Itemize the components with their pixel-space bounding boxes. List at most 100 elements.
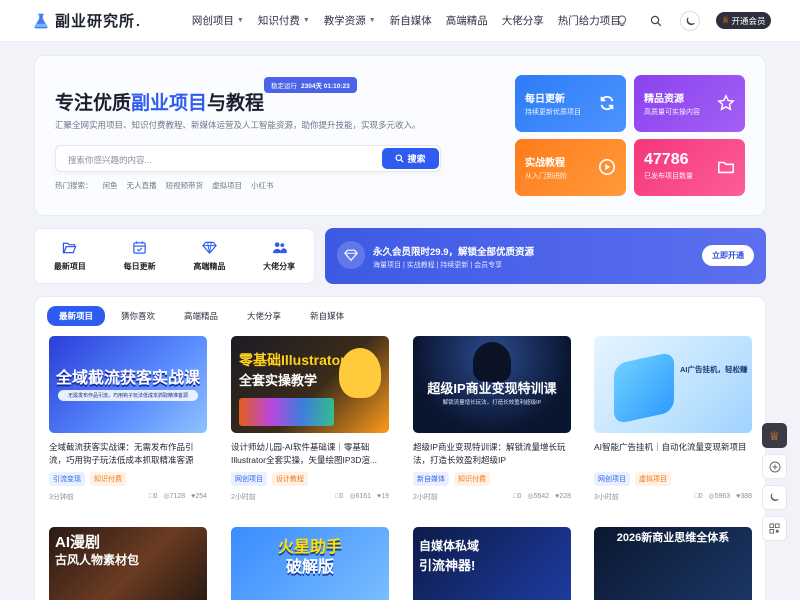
post-card[interactable]: 2026新商业思维全体系 [588,527,758,600]
card-title: 每日更新 [525,94,565,105]
hot-search-list: 热门搜索： 闲鱼 无人直播 短视频带货 虚拟项目 小红书 [55,180,283,191]
nav-item-dalao[interactable]: 大佬分享 [502,13,544,28]
post-tag[interactable]: 知识付费 [90,472,126,486]
vip-button-label: 开通会员 [731,15,766,26]
post-thumbnail[interactable]: 火星助手 破解版 [231,527,389,600]
post-thumbnail[interactable]: 零基础Illustrator 全套实操教学 [231,336,389,433]
nav-label: 知识付费 [257,15,300,27]
hot-search-term[interactable]: 无人直播 [127,180,157,191]
flask-icon [34,13,48,28]
moon-icon[interactable] [680,11,700,31]
hot-search-term[interactable]: 短视频带货 [166,180,204,191]
post-thumbnail[interactable]: 超级IP商业变现特训课 解锁流量增长玩法，打造长效盈利超级IP [413,336,571,433]
quick-link-label: 高端精品 [193,262,226,271]
qr-code-icon[interactable] [762,516,787,541]
chevron-down-icon: ▼ [236,17,244,24]
tutorial-card[interactable]: 实战教程 从入门到进阶 [515,139,626,196]
hero-title: 专注优质副业项目与教程 [55,88,264,115]
post-title[interactable]: AI智能广告挂机｜自动化流量变现新项目 [588,441,758,467]
post-tag[interactable]: 网创项目 [594,472,630,486]
post-tag[interactable]: 网创项目 [231,472,267,486]
post-card[interactable]: 自媒体私域 引流神器! [407,527,577,600]
hot-search-term[interactable]: 虚拟项目 [212,180,242,191]
card-title: 精品资源 [644,94,684,105]
color-swatch-image [239,398,334,426]
post-title[interactable]: 全域截流获客实战课：无需发布作品引流，巧用钩子玩法低成本抓取精准客源 [43,441,213,467]
tab-guess[interactable]: 猜你喜欢 [121,310,155,322]
post-card[interactable]: 零基础Illustrator 全套实操教学 设计师幼儿园-AI软件基础课｜零基础… [225,336,395,502]
tab-media[interactable]: 新自媒体 [310,310,344,322]
lightbulb-icon[interactable] [612,11,632,31]
project-count-card[interactable]: 47786 已发布项目数量 [634,139,745,196]
nav-label: 教学资源 [323,15,366,27]
uptime-label: 稳定运行 [271,83,297,90]
nav-label: 新自媒体 [389,15,432,27]
card-subtitle: 从入门到进阶 [525,173,567,180]
post-card[interactable]: 超级IP商业变现特训课 解锁流量增长玩法，打造长效盈利超级IP 超级IP商业变现… [407,336,577,502]
search-icon[interactable] [646,11,666,31]
post-tag[interactable]: 引流变现 [49,472,85,486]
promo-title: 永久会员限时29.9，解锁全部优质资源 [373,247,534,258]
add-circle-icon[interactable] [762,454,787,479]
quick-link-daily[interactable]: 每日更新 [105,229,175,283]
quick-link-latest[interactable]: 最新项目 [35,229,105,283]
nav-label: 大佬分享 [501,15,544,27]
view-count: ◎5542 [527,493,550,500]
content-tabs: 最新项目 猜你喜欢 高端精品 大佬分享 新自媒体 [47,306,373,326]
comment-count: □0 [694,493,703,500]
quick-link-share[interactable]: 大佬分享 [244,229,314,283]
post-title[interactable]: 超级IP商业变现特训课：解锁流量增长玩法，打造长效盈利超级IP [407,441,577,467]
tab-share[interactable]: 大佬分享 [247,310,281,322]
nav-item-jiaoxue[interactable]: 教学资源 ▼ [324,13,376,28]
post-tag[interactable]: 设计教程 [272,472,308,486]
open-now-button[interactable]: 立即开通 [702,245,754,266]
comment-count: □0 [513,493,522,500]
search-button[interactable]: 搜索 [382,148,439,169]
mascot-image [339,348,381,398]
header-tools [612,11,714,31]
site-header: 副业研究所 . 网创项目 ▼ 知识付费 ▼ 教学资源 ▼ 新自媒体 高端精品 大佬分享… [0,0,800,42]
post-tag[interactable]: 新自媒体 [413,472,449,486]
post-thumbnail[interactable]: 自媒体私域 引流神器! [413,527,571,600]
post-tag[interactable]: 知识付费 [454,472,490,486]
tab-latest[interactable]: 最新项目 [47,306,106,326]
like-count: ♥254 [191,493,207,500]
nav-label: 高端精品 [445,15,488,27]
chevron-down-icon: ▼ [368,17,376,24]
quick-link-premium[interactable]: 高端精品 [175,229,245,283]
post-title[interactable]: 设计师幼儿园-AI软件基础课｜零基础Illustrator全套实操，矢量绘图IP… [225,441,395,467]
nav-item-zhishi[interactable]: 知识付费 ▼ [258,13,310,28]
hot-search-term[interactable]: 小红书 [251,180,274,191]
post-thumbnail[interactable]: 2026新商业思维全体系 [594,527,752,600]
thumbnail-subtitle: 解锁流量增长玩法，打造长效盈利超级IP [442,400,542,406]
hot-search-term[interactable]: 闲鱼 [103,180,118,191]
quick-links: 最新项目 每日更新 高端精品 大佬分享 [34,228,315,284]
nav-item-wangchuang[interactable]: 网创项目 ▼ [192,13,244,28]
post-meta: 2小时前 □0 ◎6161 ♥19 [225,492,395,502]
refresh-icon [600,95,614,111]
search-button-label: 搜索 [407,154,426,164]
search-input[interactable] [68,152,368,167]
post-meta: 2小时前 □0 ◎5542 ♥228 [407,492,577,502]
uptime-badge: 稳定运行 2304天 01:10:23 [264,77,357,93]
open-vip-button[interactable]: ♕ 开通会员 [716,12,771,29]
uptime-value: 2304天 01:10:23 [301,83,350,90]
site-logo[interactable]: 副业研究所 . [32,10,140,31]
post-thumbnail[interactable]: AI漫剧 古风人物素材包 [49,527,207,600]
crown-icon[interactable]: ♕ [762,423,787,448]
premium-resource-card[interactable]: 精品资源 高质量可实操内容 [634,75,745,132]
hot-search-label: 热门搜索： [55,181,93,190]
post-meta: 3小时前 □0 ◎5963 ♥388 [588,492,758,502]
post-card[interactable]: AI漫剧 古风人物素材包 [43,527,213,600]
post-card[interactable]: AI广告挂机，轻松赚 AI智能广告挂机｜自动化流量变现新项目 网创项目 虚拟项目… [588,336,758,502]
post-tag[interactable]: 虚拟项目 [635,472,671,486]
nav-item-gaoduan[interactable]: 高端精品 [446,13,488,28]
post-thumbnail[interactable]: 全域截流获客实战课 无需发布作品引流，巧用钩子玩法低成本抓取精准客源 [49,336,207,433]
post-card[interactable]: 火星助手 破解版 [225,527,395,600]
post-thumbnail[interactable]: AI广告挂机，轻松赚 [594,336,752,433]
tab-premium[interactable]: 高端精品 [184,310,218,322]
post-card[interactable]: 全域截流获客实战课 无需发布作品引流，巧用钩子玩法低成本抓取精准客源 全域截流获… [43,336,213,502]
nav-item-zimeiti[interactable]: 新自媒体 [390,13,432,28]
daily-update-card[interactable]: 每日更新 持续更新优质项目 [515,75,626,132]
moon-icon[interactable] [762,485,787,510]
